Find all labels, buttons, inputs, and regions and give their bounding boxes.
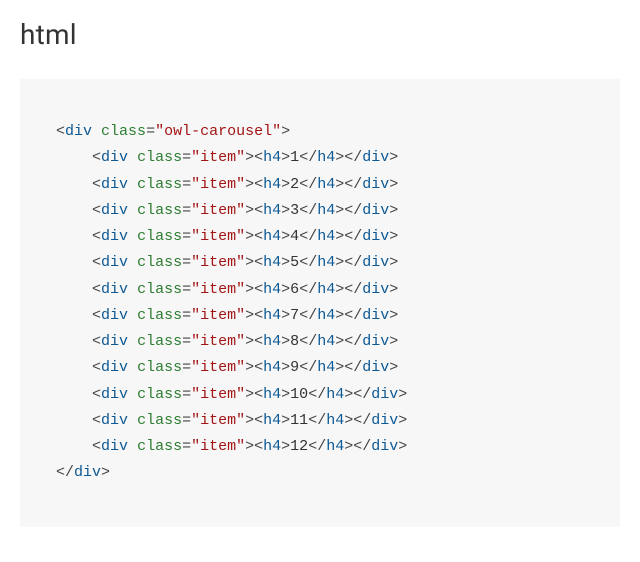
- code-block: <div class="owl-carousel"> <div class="i…: [20, 79, 620, 527]
- code-line-close: </div>: [56, 464, 110, 481]
- code-line-open: <div class="owl-carousel">: [56, 123, 290, 140]
- page-title: html: [20, 18, 620, 51]
